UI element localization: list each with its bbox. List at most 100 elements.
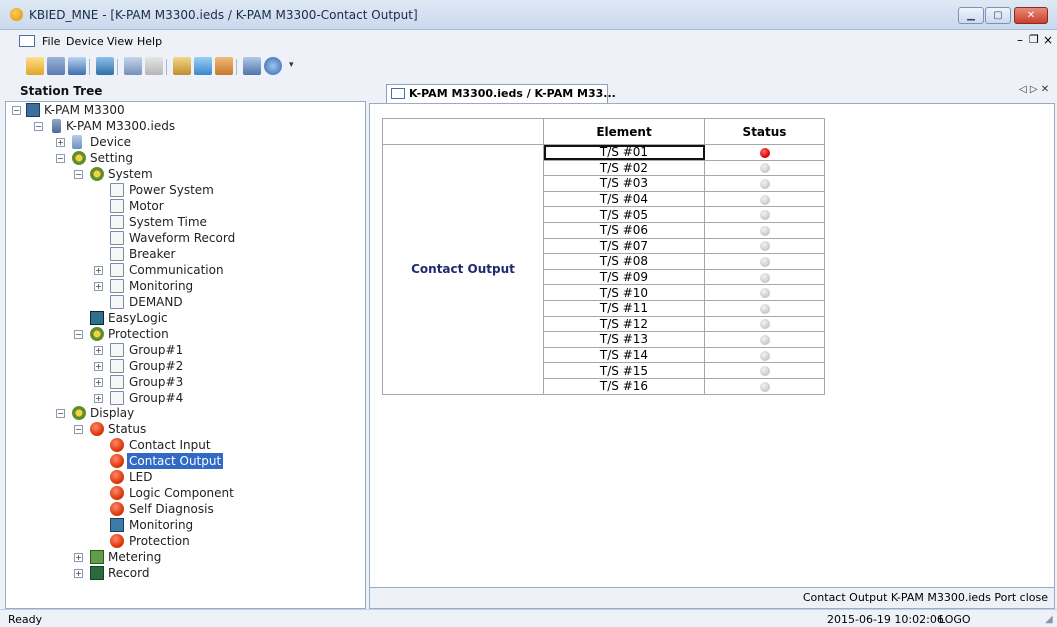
status-datetime: 2015-06-19 10:02:06 bbox=[827, 613, 944, 626]
led-off-icon bbox=[759, 163, 770, 174]
led-off-icon bbox=[759, 194, 770, 205]
expand-icon[interactable]: + bbox=[74, 569, 83, 578]
settings-doc-icon bbox=[110, 247, 124, 261]
status-cell bbox=[704, 315, 825, 333]
station-tree-title: Station Tree bbox=[20, 84, 103, 98]
led-off-icon bbox=[759, 210, 770, 221]
collapse-icon[interactable]: − bbox=[74, 330, 83, 339]
record-icon bbox=[90, 566, 104, 580]
connect-icon[interactable] bbox=[124, 57, 142, 75]
settings-doc-icon bbox=[110, 215, 124, 229]
expand-icon[interactable]: + bbox=[94, 362, 103, 371]
document-status-text: Contact Output K-PAM M3300.ieds Port clo… bbox=[802, 591, 1048, 604]
led-off-icon bbox=[759, 334, 770, 345]
expand-icon[interactable]: + bbox=[56, 138, 65, 147]
disconnect-icon[interactable] bbox=[145, 57, 163, 75]
minimize-button[interactable]: ▁ bbox=[958, 7, 984, 24]
monitor-icon[interactable] bbox=[194, 57, 212, 75]
settings-icon[interactable] bbox=[173, 57, 191, 75]
maximize-button[interactable]: ▢ bbox=[985, 7, 1011, 24]
element-cell[interactable]: T/S #06 bbox=[543, 221, 705, 239]
settings-doc-icon bbox=[110, 279, 124, 293]
element-cell[interactable]: T/S #11 bbox=[543, 299, 705, 317]
element-cell[interactable]: T/S #02 bbox=[543, 159, 705, 177]
table-header-status: Status bbox=[704, 118, 825, 145]
mdi-close-icon[interactable]: × bbox=[1043, 33, 1053, 47]
element-cell[interactable]: T/S #05 bbox=[543, 206, 705, 223]
expand-icon[interactable]: + bbox=[94, 378, 103, 387]
element-cell[interactable]: T/S #12 bbox=[543, 315, 705, 333]
collapse-icon[interactable]: − bbox=[56, 154, 65, 163]
device-icon bbox=[72, 135, 82, 149]
menu-help[interactable]: Help bbox=[137, 35, 162, 48]
menu-view[interactable]: View bbox=[107, 35, 133, 48]
open-folder-icon[interactable] bbox=[26, 57, 44, 75]
mdi-minimize-icon[interactable]: – bbox=[1017, 33, 1023, 47]
status-cell bbox=[704, 346, 825, 364]
collapse-icon[interactable]: − bbox=[56, 409, 65, 418]
collapse-icon[interactable]: − bbox=[74, 425, 83, 434]
gear-icon bbox=[72, 406, 86, 420]
status-bar: Ready 2015-06-19 10:02:06 LOGO ◢ bbox=[0, 609, 1057, 627]
element-cell[interactable]: T/S #10 bbox=[543, 284, 705, 301]
settings-doc-icon bbox=[110, 375, 124, 389]
status-cell bbox=[704, 221, 825, 239]
element-cell[interactable]: T/S #15 bbox=[543, 362, 705, 379]
grid-icon[interactable] bbox=[215, 57, 233, 75]
table-header-element: Element bbox=[543, 118, 705, 145]
tab-label: K-PAM M3300.ieds / K-PAM M33... bbox=[409, 87, 616, 100]
status-cell bbox=[704, 175, 825, 192]
toolbar-separator bbox=[89, 59, 90, 75]
mdi-restore-icon[interactable]: ❐ bbox=[1029, 33, 1039, 46]
led-off-icon bbox=[759, 288, 770, 299]
element-cell[interactable]: T/S #07 bbox=[543, 237, 705, 255]
element-cell[interactable]: T/S #03 bbox=[543, 175, 705, 192]
window-icon[interactable] bbox=[243, 57, 261, 75]
collapse-icon[interactable]: − bbox=[12, 106, 21, 115]
menu-device[interactable]: Device bbox=[66, 35, 104, 48]
tab-contact-output[interactable]: K-PAM M3300.ieds / K-PAM M33... bbox=[386, 84, 616, 103]
toolbar-overflow-icon[interactable]: ▾ bbox=[289, 60, 297, 76]
document-tab-strip: K-PAM M3300.ieds / K-PAM M33... bbox=[370, 81, 1057, 103]
status-icon bbox=[110, 502, 124, 516]
element-cell[interactable]: T/S #01 bbox=[543, 144, 705, 161]
led-off-icon bbox=[759, 366, 770, 377]
status-cell bbox=[704, 144, 825, 161]
status-cell bbox=[704, 253, 825, 270]
status-cell bbox=[704, 299, 825, 317]
tree-icon[interactable] bbox=[96, 57, 114, 75]
status-icon bbox=[90, 422, 104, 436]
status-cell bbox=[704, 159, 825, 177]
help-icon[interactable] bbox=[264, 57, 282, 75]
save-all-icon[interactable] bbox=[68, 57, 86, 75]
led-on-icon bbox=[759, 147, 770, 158]
expand-icon[interactable]: + bbox=[74, 553, 83, 562]
document-icon bbox=[391, 88, 405, 99]
toolbar: ▾ bbox=[0, 53, 1057, 81]
save-icon[interactable] bbox=[47, 57, 65, 75]
close-button[interactable]: ✕ bbox=[1014, 7, 1048, 24]
element-cell[interactable]: T/S #13 bbox=[543, 331, 705, 348]
document-icon bbox=[19, 35, 35, 47]
element-cell[interactable]: T/S #04 bbox=[543, 190, 705, 208]
element-cell[interactable]: T/S #16 bbox=[543, 377, 705, 395]
tab-nav-arrows-icon[interactable]: ◁ ▷ ✕ bbox=[1019, 84, 1049, 95]
status-cell bbox=[704, 268, 825, 286]
collapse-icon[interactable]: − bbox=[34, 122, 43, 131]
expand-icon[interactable]: + bbox=[94, 394, 103, 403]
expand-icon[interactable]: + bbox=[94, 282, 103, 291]
ied-icon bbox=[52, 119, 61, 133]
resize-grip-icon[interactable]: ◢ bbox=[1045, 614, 1053, 625]
station-tree-panel[interactable]: − K-PAM M3300 − K-PAM M3300.ieds + Devic… bbox=[5, 101, 366, 609]
element-cell[interactable]: T/S #08 bbox=[543, 253, 705, 270]
status-ready: Ready bbox=[8, 613, 43, 626]
element-cell[interactable]: T/S #14 bbox=[543, 346, 705, 364]
element-cell[interactable]: T/S #09 bbox=[543, 268, 705, 286]
expand-icon[interactable]: + bbox=[94, 346, 103, 355]
status-cell bbox=[704, 362, 825, 379]
collapse-icon[interactable]: − bbox=[74, 170, 83, 179]
led-off-icon bbox=[759, 272, 770, 283]
expand-icon[interactable]: + bbox=[94, 266, 103, 275]
menu-file[interactable]: File bbox=[42, 35, 60, 48]
monitor-icon bbox=[110, 518, 124, 532]
